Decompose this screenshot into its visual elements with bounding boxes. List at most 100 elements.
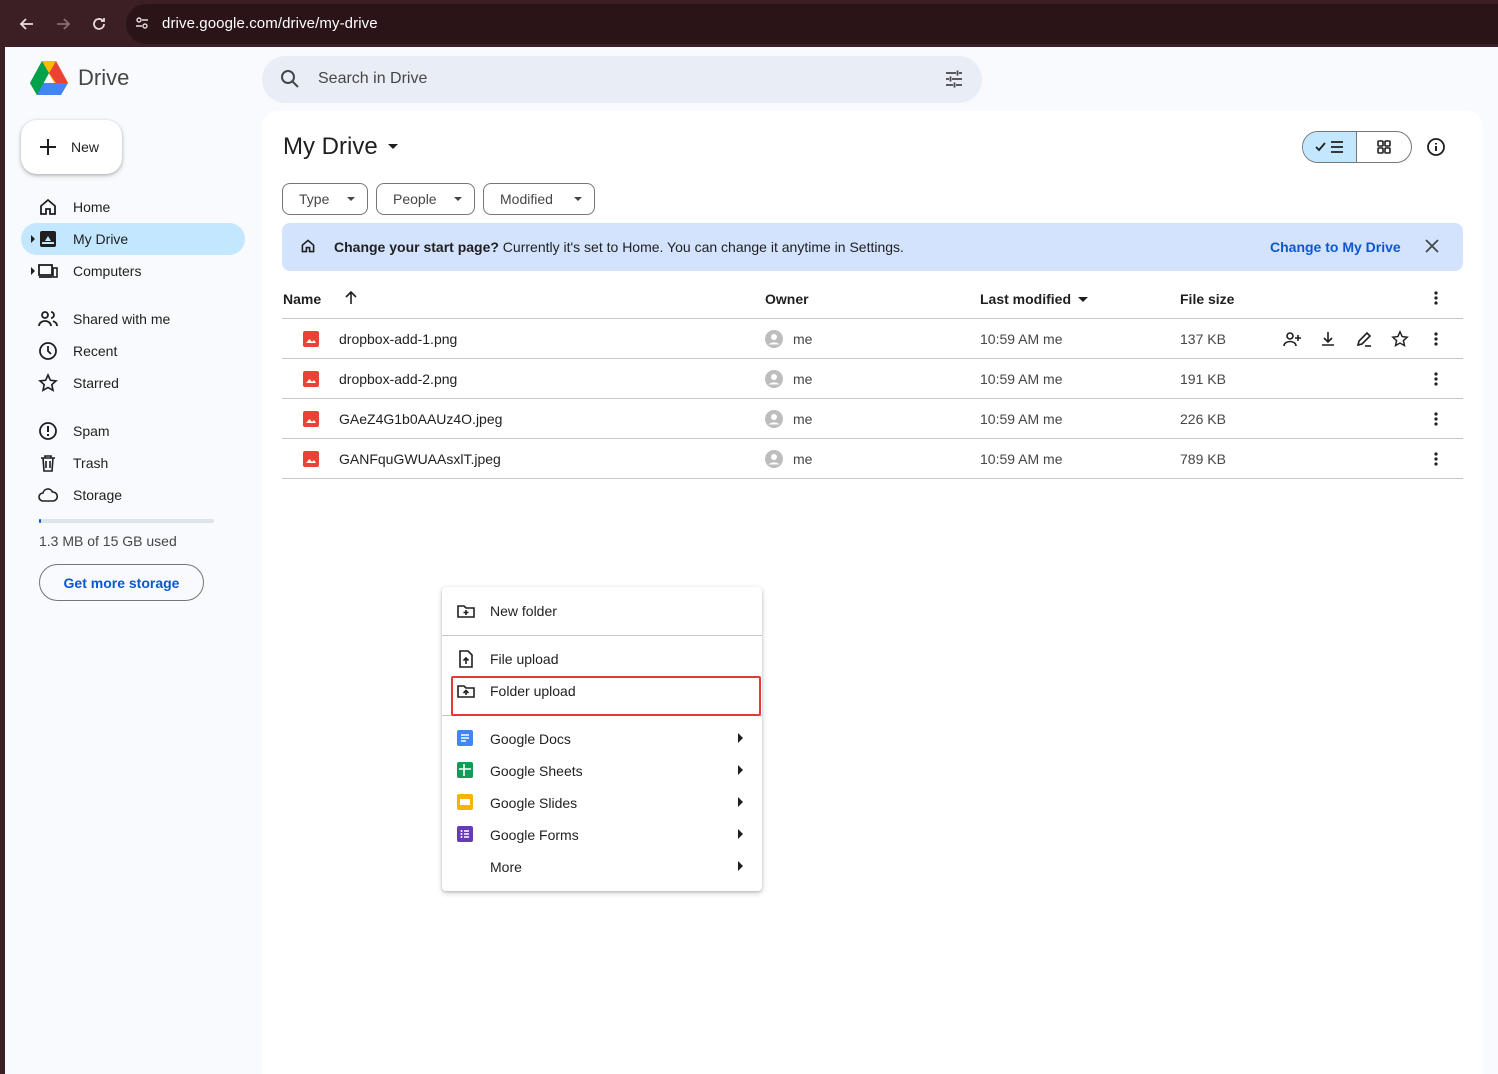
menu-item-file-upload[interactable]: File upload (442, 643, 762, 675)
new-button-label: New (71, 139, 100, 155)
sidebar-item-shared[interactable]: Shared with me (21, 303, 245, 335)
share-icon[interactable] (1283, 330, 1301, 348)
star-icon (38, 373, 58, 393)
file-name[interactable]: GAeZ4G1b0AAUz4O.jpeg (339, 411, 502, 427)
get-more-storage-button[interactable]: Get more storage (39, 564, 204, 601)
page-title[interactable]: My Drive (283, 133, 398, 161)
more-options-icon[interactable] (1434, 452, 1438, 466)
list-view-button[interactable] (1303, 132, 1358, 162)
google-sheets-icon (456, 761, 474, 779)
column-name[interactable]: Name (283, 291, 321, 307)
more-options-icon[interactable] (1434, 291, 1438, 305)
image-file-icon (303, 331, 319, 347)
sidebar-item-recent[interactable]: Recent (21, 335, 245, 367)
storage-progress-bar (39, 519, 214, 523)
table-row[interactable]: GAeZ4G1b0AAUz4O.jpeg me 10:59 AM me 226 … (282, 399, 1463, 439)
column-last-modified[interactable]: Last modified (980, 291, 1088, 307)
sidebar-item-storage[interactable]: Storage (21, 479, 245, 511)
file-size: 191 KB (1180, 371, 1226, 387)
clock-icon (38, 341, 58, 361)
new-folder-icon (456, 601, 476, 621)
avatar (765, 450, 783, 468)
search-icon[interactable] (280, 69, 300, 89)
search-bar[interactable]: Search in Drive (262, 56, 982, 103)
more-options-icon[interactable] (1434, 332, 1438, 346)
menu-item-new-folder[interactable]: New folder (442, 595, 762, 627)
rename-icon[interactable] (1355, 330, 1373, 348)
change-to-my-drive-link[interactable]: Change to My Drive (1270, 239, 1401, 255)
filter-type-chip[interactable]: Type (282, 183, 368, 215)
drive-logo[interactable]: Drive (30, 61, 129, 95)
site-settings-icon[interactable] (134, 15, 150, 31)
file-size: 137 KB (1180, 331, 1226, 347)
menu-item-google-sheets[interactable]: Google Sheets (442, 755, 762, 787)
avatar (765, 330, 783, 348)
image-file-icon (303, 411, 319, 427)
grid-view-button[interactable] (1357, 132, 1411, 162)
google-forms-icon (456, 825, 474, 843)
sidebar-item-starred[interactable]: Starred (21, 367, 245, 399)
submenu-arrow-icon (737, 829, 743, 839)
search-input[interactable]: Search in Drive (318, 70, 427, 88)
trash-icon (38, 453, 58, 473)
sidebar-item-home[interactable]: Home (21, 191, 245, 223)
submenu-arrow-icon (737, 797, 743, 807)
table-row[interactable]: dropbox-add-1.png me 10:59 AM me 137 KB (282, 319, 1463, 359)
table-row[interactable]: dropbox-add-2.png me 10:59 AM me 191 KB (282, 359, 1463, 399)
file-name[interactable]: dropbox-add-2.png (339, 371, 457, 387)
start-page-banner: Change your start page? Currently it's s… (282, 223, 1463, 271)
dropdown-arrow-icon (387, 144, 398, 149)
file-modified: 10:59 AM me (980, 411, 1063, 427)
search-options-icon[interactable] (944, 69, 964, 89)
avatar (765, 370, 783, 388)
more-options-icon[interactable] (1434, 412, 1438, 426)
file-owner: me (793, 331, 813, 347)
table-row[interactable]: GANFquGWUAAsxlT.jpeg me 10:59 AM me 789 … (282, 439, 1463, 479)
people-icon (38, 309, 58, 329)
column-owner[interactable]: Owner (765, 291, 809, 307)
image-file-icon (303, 451, 319, 467)
sidebar-item-spam[interactable]: Spam (21, 415, 245, 447)
plus-icon (40, 139, 56, 155)
file-upload-icon (456, 649, 476, 669)
sidebar-item-trash[interactable]: Trash (21, 447, 245, 479)
filter-modified-chip[interactable]: Modified (483, 183, 595, 215)
dropdown-arrow-icon (454, 197, 462, 201)
dropdown-arrow-icon (574, 197, 582, 201)
caret-right-icon[interactable] (30, 267, 36, 275)
url-text[interactable]: drive.google.com/drive/my-drive (162, 15, 378, 32)
app-name: Drive (78, 65, 130, 90)
reload-icon[interactable] (87, 12, 111, 36)
menu-item-google-docs[interactable]: Google Docs (442, 723, 762, 755)
close-icon[interactable] (1425, 239, 1439, 253)
home-icon (38, 197, 58, 217)
file-name[interactable]: dropbox-add-1.png (339, 331, 457, 347)
file-name[interactable]: GANFquGWUAAsxlT.jpeg (339, 451, 501, 467)
sidebar-item-my-drive[interactable]: My Drive (21, 223, 245, 255)
window-edge (0, 47, 5, 1074)
file-modified: 10:59 AM me (980, 451, 1063, 467)
back-icon[interactable] (15, 12, 39, 36)
storage-usage-text: 1.3 MB of 15 GB used (39, 533, 177, 549)
submenu-arrow-icon (737, 765, 743, 775)
star-icon[interactable] (1391, 330, 1409, 348)
menu-item-google-slides[interactable]: Google Slides (442, 787, 762, 819)
home-icon (300, 238, 316, 254)
menu-item-google-forms[interactable]: Google Forms (442, 819, 762, 851)
sort-ascending-icon[interactable] (344, 291, 358, 305)
download-icon[interactable] (1319, 330, 1337, 348)
submenu-arrow-icon (737, 733, 743, 743)
new-button[interactable]: New (21, 120, 122, 174)
filter-people-chip[interactable]: People (376, 183, 475, 215)
column-file-size[interactable]: File size (1180, 291, 1234, 307)
sidebar-item-computers[interactable]: Computers (21, 255, 245, 287)
file-modified: 10:59 AM me (980, 331, 1063, 347)
menu-item-more[interactable]: More (442, 851, 762, 883)
file-owner: me (793, 371, 813, 387)
more-options-icon[interactable] (1434, 372, 1438, 386)
view-toggle[interactable] (1302, 131, 1412, 163)
info-icon[interactable] (1426, 137, 1446, 157)
computers-icon (38, 261, 58, 281)
caret-right-icon[interactable] (30, 235, 36, 243)
forward-icon[interactable] (51, 12, 75, 36)
